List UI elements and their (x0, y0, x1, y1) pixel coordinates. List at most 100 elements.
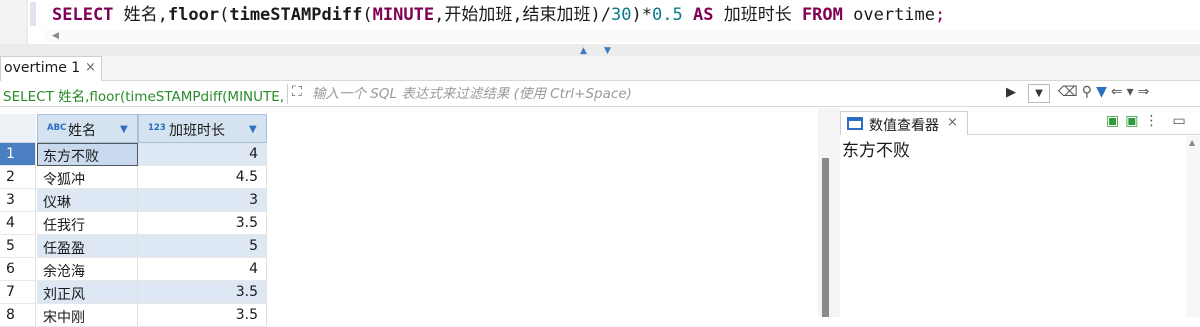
table-row[interactable]: 2 令狐冲 4.5 (0, 166, 818, 189)
cell-hours[interactable]: 3.5 (138, 212, 267, 235)
sort-icon[interactable]: ▼ (120, 124, 128, 135)
row-number[interactable]: 1 (0, 143, 36, 166)
sql-token: MINUTE (372, 5, 435, 25)
results-grid: ABC 姓名 ▼ 123 加班时长 ▼ 1 东方不败 4 2 令狐冲 4.5 3… (0, 108, 818, 327)
row-number[interactable]: 6 (0, 258, 36, 281)
column-header-overtime-hours[interactable]: 123 加班时长 ▼ (138, 114, 267, 143)
cell-name[interactable]: 宋中刚 (37, 304, 138, 327)
scroll-up-arrow-icon[interactable]: ▲ (1189, 138, 1195, 147)
divider (287, 84, 288, 104)
forward-arrow-icon[interactable]: ⇒ (1138, 84, 1154, 100)
apply-filter-icon[interactable]: ▶ (1006, 85, 1016, 100)
sql-token: AS (692, 5, 714, 25)
table-row[interactable]: 7 刘正风 3.5 (0, 281, 818, 304)
cell-hours[interactable]: 3.5 (138, 304, 267, 327)
more-options-icon[interactable]: ⋮ (1144, 113, 1158, 129)
scrollbar-thumb[interactable] (822, 158, 829, 317)
tab-overtime-1[interactable]: overtime 1 × (0, 56, 102, 81)
cell-hours[interactable]: 3 (138, 189, 267, 212)
sql-token: )* (631, 5, 652, 25)
filter-bar: SELECT 姓名,floor(timeSTAMPdiff(MINUTE, ⛶ … (0, 81, 1200, 107)
table-row[interactable]: 6 余沧海 4 (0, 258, 818, 281)
result-tabbar: overtime 1 × (0, 56, 1200, 81)
row-number[interactable]: 3 (0, 189, 36, 212)
sql-token: FROM (801, 5, 843, 25)
tab-value-viewer[interactable]: 数值查看器 × (840, 111, 968, 135)
collapse-down-icon[interactable]: ▼ (604, 46, 611, 56)
value-viewer-icon (847, 117, 863, 130)
column-label: 姓名 (68, 123, 96, 139)
sql-token: timeSTAMPdiff (229, 5, 363, 25)
sql-token: 0.5 (652, 5, 683, 25)
filter-settings-icon[interactable]: ⚲ (1082, 84, 1096, 100)
table-row[interactable]: 5 任盈盈 5 (0, 235, 818, 258)
sql-token: 姓名, (113, 5, 168, 25)
table-row[interactable]: 4 任我行 3.5 (0, 212, 818, 235)
back-arrow-icon[interactable]: ⇐ (1111, 84, 1127, 100)
table-row[interactable]: 8 宋中刚 3.5 (0, 304, 818, 327)
row-number[interactable]: 5 (0, 235, 36, 258)
back-dropdown-icon[interactable]: ▾ (1127, 84, 1138, 100)
sql-token: floor (167, 5, 220, 25)
viewer-tools: ▣ ▣ ⋮ ▭ (1106, 113, 1186, 129)
cell-hours[interactable]: 4 (138, 143, 267, 166)
editor-gutter (0, 0, 28, 44)
row-number[interactable]: 7 (0, 281, 36, 304)
table-row[interactable]: 1 东方不败 4 (0, 143, 818, 166)
current-line-marker (30, 2, 36, 26)
close-tab-icon[interactable]: × (85, 60, 96, 75)
eraser-icon[interactable]: ⌫ (1058, 84, 1082, 100)
text-type-icon: ABC (47, 123, 67, 133)
cell-name[interactable]: 令狐冲 (37, 166, 138, 189)
sort-icon[interactable]: ▼ (249, 124, 257, 135)
editor-horizontal-scrollbar[interactable]: ◀ (44, 30, 1200, 42)
viewer-scrollbar[interactable]: ▲ (1186, 136, 1200, 317)
number-type-icon: 123 (148, 123, 166, 133)
divider (968, 134, 1200, 135)
filter-icon[interactable]: ▼ (1096, 84, 1111, 100)
maximize-icon[interactable]: ▭ (1172, 113, 1185, 129)
tab-label: overtime 1 (4, 60, 81, 76)
panel-splitter[interactable]: ▲ ▼ (0, 44, 1200, 56)
table-row[interactable]: 3 仪琳 3 (0, 189, 818, 212)
viewer-tab-label: 数值查看器 (869, 118, 939, 134)
sql-token: ( (219, 5, 230, 25)
cell-name[interactable]: 仪琳 (37, 189, 138, 212)
grid-vertical-scrollbar[interactable] (818, 108, 840, 317)
cell-hours[interactable]: 5 (138, 235, 267, 258)
column-label: 加班时长 (169, 123, 225, 139)
row-number[interactable]: 4 (0, 212, 36, 235)
cell-name[interactable]: 任我行 (37, 212, 138, 235)
value-viewer-panel: 数值查看器 × ▣ ▣ ⋮ ▭ 东方不败 ▲ (840, 108, 1200, 317)
sql-editor[interactable]: SELECT 姓名,floor(timeSTAMPdiff(MINUTE,开始加… (0, 0, 1200, 44)
sql-token: ,开始加班,结束加班)/ (434, 5, 612, 25)
sql-code-line[interactable]: SELECT 姓名,floor(timeSTAMPdiff(MINUTE,开始加… (52, 3, 945, 27)
close-viewer-icon[interactable]: × (947, 115, 958, 130)
cell-name[interactable]: 任盈盈 (37, 235, 138, 258)
cell-name[interactable]: 东方不败 (37, 143, 138, 166)
collapse-up-icon[interactable]: ▲ (580, 46, 587, 56)
scroll-left-arrow-icon[interactable]: ◀ (52, 31, 59, 41)
cell-name[interactable]: 刘正风 (37, 281, 138, 304)
sql-token: overtime (842, 5, 936, 25)
executed-query-text[interactable]: SELECT 姓名,floor(timeSTAMPdiff(MINUTE, (3, 85, 285, 105)
sql-token: ( (362, 5, 373, 25)
column-header-name[interactable]: ABC 姓名 ▼ (37, 114, 138, 143)
cell-hours[interactable]: 3.5 (138, 281, 267, 304)
sql-token: 加班时长 (713, 5, 802, 25)
cell-name[interactable]: 余沧海 (37, 258, 138, 281)
cell-hours[interactable]: 4.5 (138, 166, 267, 189)
sql-token: ; (935, 5, 946, 25)
save-as-icon[interactable]: ▣ (1125, 113, 1138, 129)
cell-hours[interactable]: 4 (138, 258, 267, 281)
sql-token: SELECT (52, 5, 114, 25)
row-number[interactable]: 2 (0, 166, 36, 189)
cell-value-display[interactable]: 东方不败 (842, 136, 910, 161)
filter-history-dropdown-icon[interactable]: ▼ (1028, 84, 1050, 103)
filter-input[interactable] (312, 83, 998, 104)
row-number[interactable]: 8 (0, 304, 36, 327)
filter-tools: ⌫⚲▼⇐▾⇒ (1058, 84, 1153, 100)
expand-icon[interactable]: ⛶ (292, 84, 302, 100)
save-icon[interactable]: ▣ (1106, 113, 1119, 129)
